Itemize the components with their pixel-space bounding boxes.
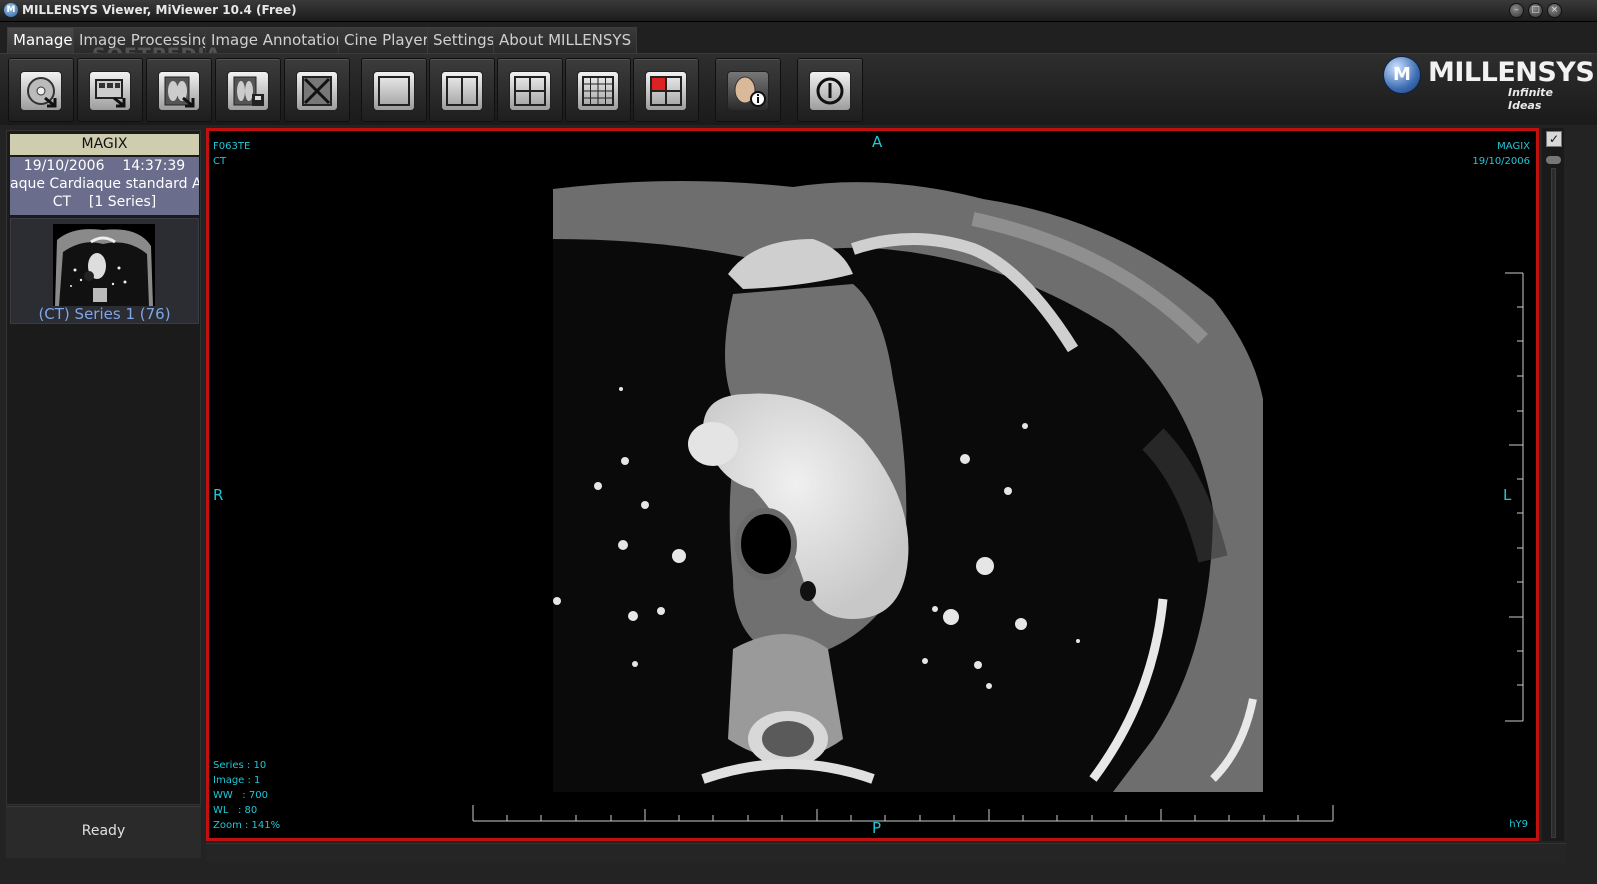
patient-info-icon	[727, 71, 769, 111]
save-image-button[interactable]	[215, 58, 281, 122]
scrollbar-track[interactable]	[1551, 168, 1556, 838]
open-cd-button[interactable]	[8, 58, 74, 122]
load-xray-button[interactable]	[146, 58, 212, 122]
study-date: 19/10/2006	[23, 158, 105, 174]
logo-mark-icon: M	[1383, 56, 1421, 94]
patient-info-button[interactable]	[715, 58, 781, 122]
layout-1x1-button[interactable]	[361, 58, 427, 122]
title-bar: M MILLENSYS Viewer, MiViewer 10.4 (Free)…	[0, 0, 1597, 22]
layout-1x2-icon	[441, 71, 483, 111]
app-window: M MILLENSYS Viewer, MiViewer 10.4 (Free)…	[0, 0, 1597, 884]
layout-custom-icon	[645, 71, 687, 111]
overlay-top-left: F063TE CT	[213, 139, 250, 169]
layout-1x2-button[interactable]	[429, 58, 495, 122]
open-cd-icon	[20, 71, 62, 111]
layout-custom-button[interactable]	[633, 58, 699, 122]
power-icon	[809, 71, 851, 111]
bottom-bar	[206, 843, 1566, 863]
overlay-window-level: WL : 80	[213, 805, 258, 816]
overlay-modality: CT	[213, 156, 227, 167]
close-image-button[interactable]	[284, 58, 350, 122]
series-thumbnail[interactable]	[53, 224, 155, 306]
logo-tagline: Infinite Ideas	[1508, 86, 1553, 112]
overlay-window-width: WW : 700	[213, 790, 268, 801]
patient-panel: MAGIX 19/10/2006 14:37:39 aque Cardiaque…	[6, 130, 201, 805]
series-label: (CT) Series 1 (76)	[38, 305, 171, 323]
series-thumbnail-item[interactable]: (CT) Series 1 (76)	[10, 218, 199, 324]
load-xray-icon	[158, 71, 200, 111]
overlay-bottom-left: Series : 10 Image : 1 WW : 700 WL : 80 Z…	[213, 758, 280, 833]
close-button[interactable]: ×	[1547, 3, 1562, 18]
sync-checkbox[interactable]: ✓	[1546, 131, 1562, 147]
study-description: aque Cardiaque standard Ad	[10, 176, 199, 192]
scrollbar-thumb[interactable]	[1546, 156, 1561, 164]
overlay-bottom-right: hY9	[1509, 819, 1528, 830]
study-datetime: 19/10/2006 14:37:39	[10, 157, 199, 175]
minimize-button[interactable]: –	[1509, 3, 1524, 18]
study-modality: CT	[52, 194, 72, 210]
menu-tabs: Manage Image Processing Image Annotation…	[0, 22, 1597, 66]
study-series-count: [1 Series]	[88, 194, 157, 210]
status-text: Ready	[81, 823, 126, 839]
app-logo-icon: M	[4, 3, 18, 17]
overlay-study-date: 19/10/2006	[1472, 156, 1530, 167]
study-time: 14:37:39	[122, 158, 186, 174]
overlay-zoom: Zoom : 141%	[213, 820, 281, 831]
scale-bar-horizontal	[472, 805, 1334, 822]
orientation-top: A	[872, 133, 883, 151]
image-scrollbar[interactable]: ✓	[1542, 128, 1564, 841]
overlay-image: Image : 1	[213, 775, 261, 786]
layout-2x2-icon	[509, 71, 551, 111]
save-image-icon	[227, 71, 269, 111]
open-folder-icon	[89, 71, 131, 111]
tab-image-annotation[interactable]: Image Annotation	[205, 27, 352, 53]
orientation-left: R	[213, 486, 224, 504]
study-summary: CT [1 Series]	[10, 193, 199, 211]
toolbar	[0, 53, 1597, 125]
patient-name-header[interactable]: MAGIX	[10, 134, 199, 155]
tab-cine-player[interactable]: Cine Player	[338, 27, 435, 53]
overlay-patient-id: F063TE	[213, 141, 251, 152]
layout-3x3-button[interactable]	[565, 58, 631, 122]
overlay-top-right: MAGIX 19/10/2006	[1472, 139, 1530, 169]
scale-bar-vertical	[1505, 272, 1524, 722]
tab-manage[interactable]: Manage	[7, 27, 79, 53]
logo-name: MILLENSYS	[1428, 57, 1595, 88]
power-button[interactable]	[797, 58, 863, 122]
layout-1x1-icon	[373, 71, 415, 111]
restore-button[interactable]: □	[1528, 3, 1543, 18]
open-folder-button[interactable]	[77, 58, 143, 122]
tab-settings[interactable]: Settings	[427, 27, 501, 53]
image-viewport[interactable]: F063TE CT MAGIX 19/10/2006 A P R L Serie…	[206, 128, 1539, 841]
tab-about[interactable]: About MILLENSYS	[493, 27, 638, 53]
window-title: MILLENSYS Viewer, MiViewer 10.4 (Free)	[22, 3, 297, 17]
brand-logo: M MILLENSYS Infinite Ideas	[1383, 55, 1595, 112]
layout-2x2-button[interactable]	[497, 58, 563, 122]
study-item[interactable]: 19/10/2006 14:37:39 aque Cardiaque stand…	[10, 157, 199, 215]
overlay-patient-name: MAGIX	[1497, 141, 1530, 152]
layout-3x3-icon	[577, 71, 619, 111]
ct-image[interactable]	[553, 179, 1263, 792]
status-bar: Ready	[6, 806, 201, 858]
close-image-icon	[296, 71, 338, 111]
overlay-series: Series : 10	[213, 760, 267, 771]
